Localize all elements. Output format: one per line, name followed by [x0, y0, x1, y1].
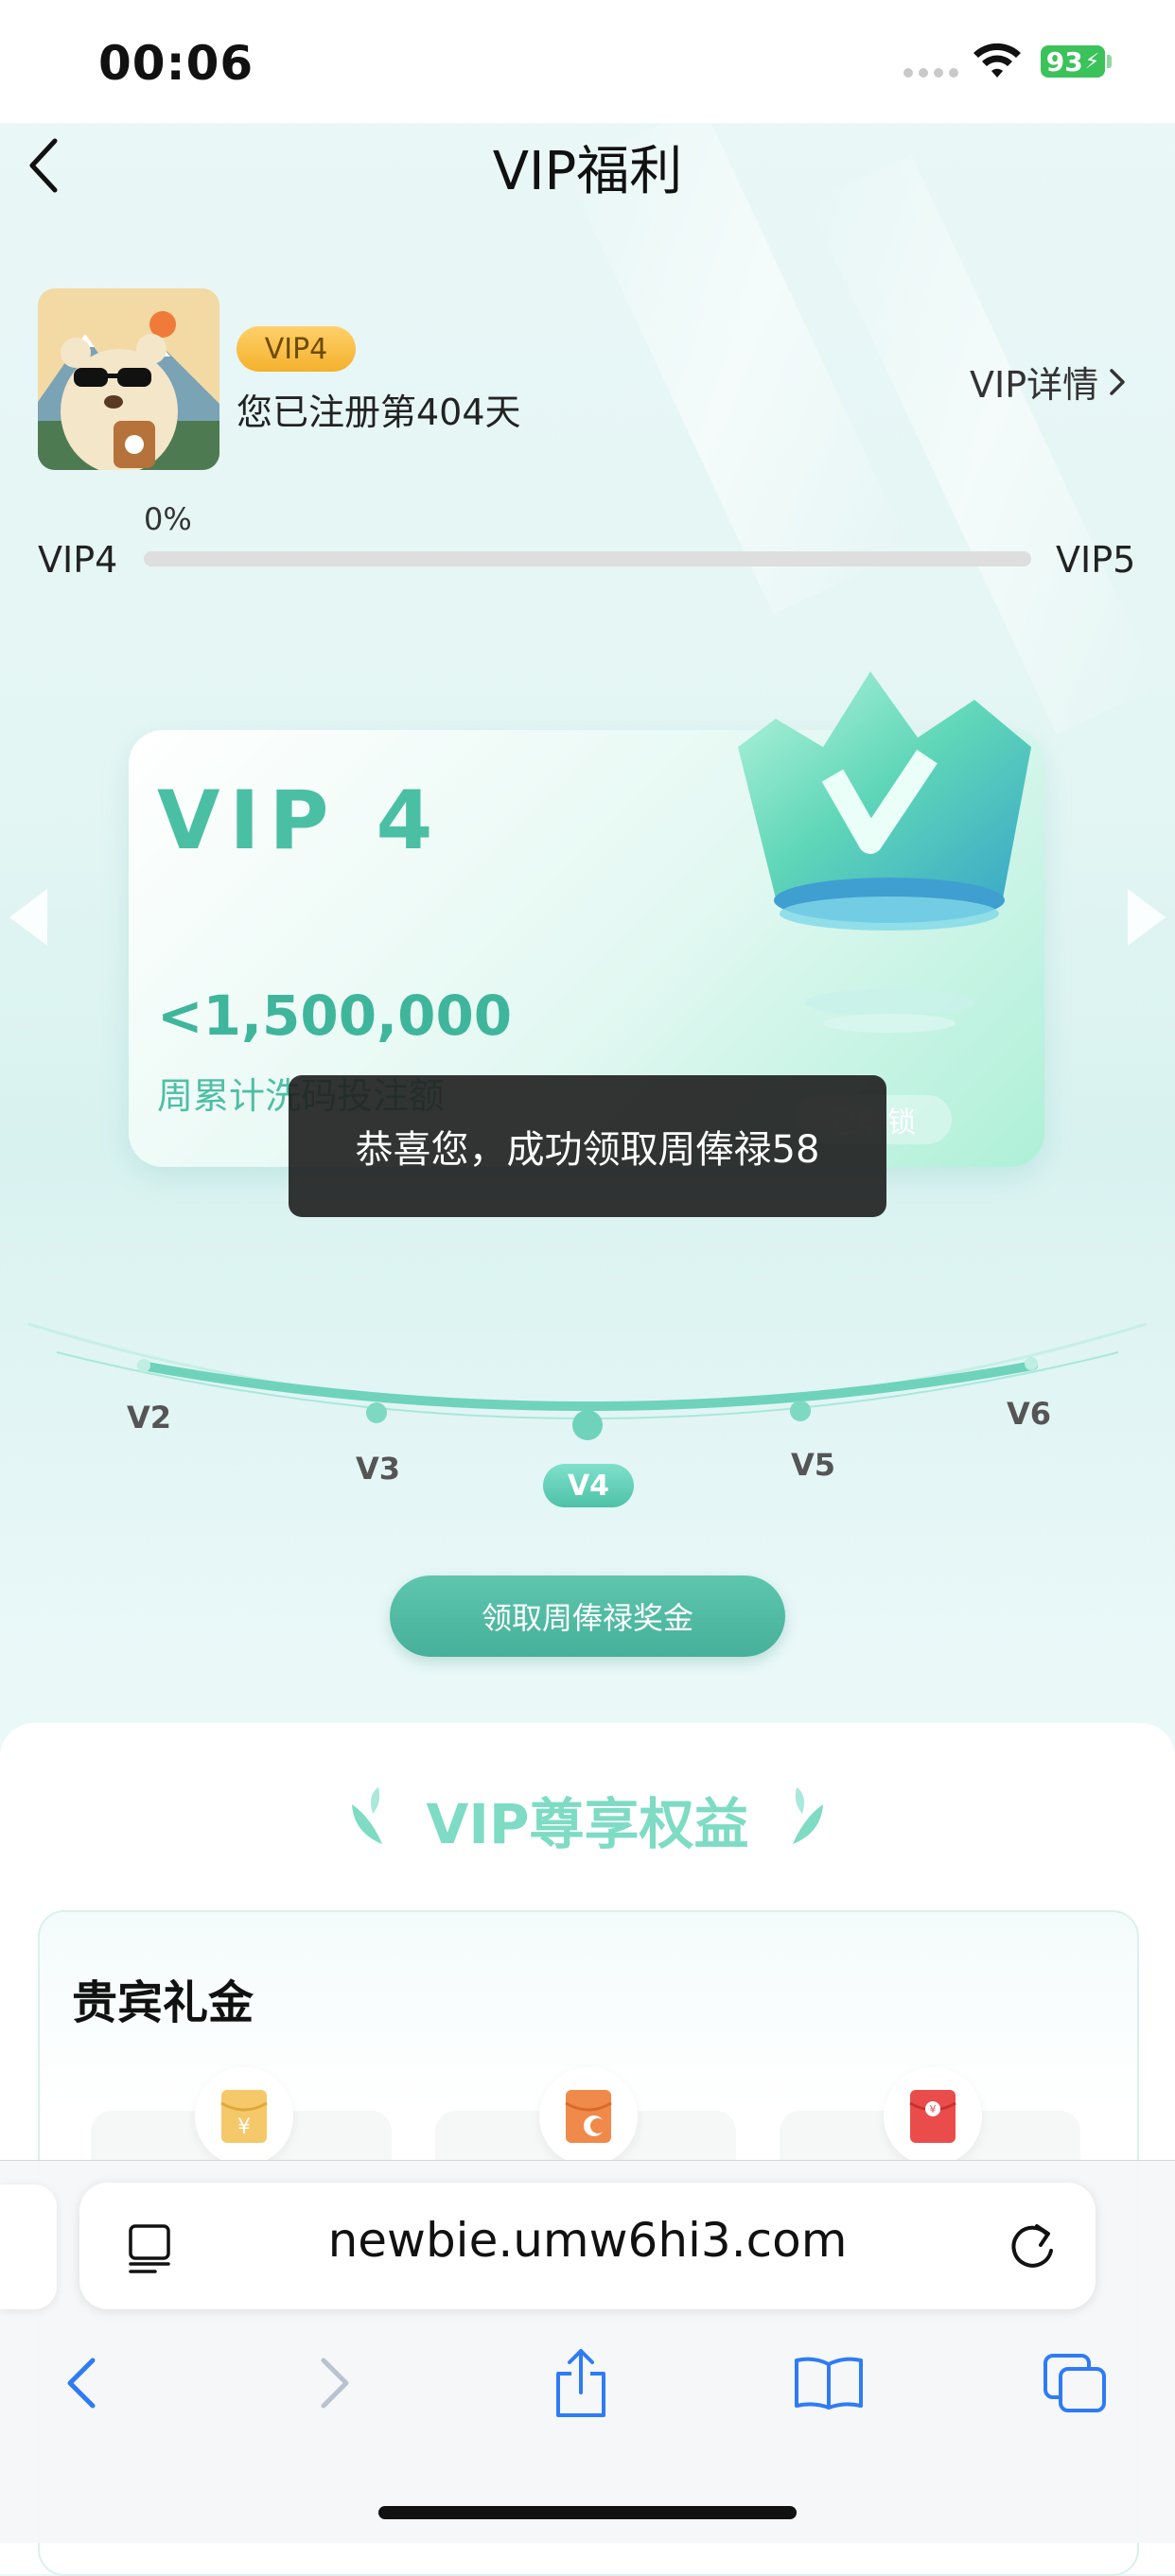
chevron-right-icon — [1110, 368, 1125, 395]
page-title: VIP福利 — [492, 141, 683, 202]
chevron-right-icon — [321, 2358, 349, 2409]
tabs-button[interactable] — [1037, 2345, 1113, 2421]
vip-detail-label: VIP详情 — [970, 364, 1099, 406]
registered-days-text: 您已注册第404天 — [237, 392, 521, 433]
success-toast: 恭喜您，成功领取周俸禄58 — [289, 1075, 886, 1217]
section-title: 贵宾礼金 — [72, 1976, 254, 2029]
share-icon — [556, 2349, 605, 2417]
level-label-v5[interactable]: V5 — [791, 1447, 835, 1483]
gold-envelope-icon: ¥ — [195, 2067, 293, 2166]
vip-card-title: VIP 4 — [157, 774, 443, 868]
battery-cap — [1107, 55, 1112, 68]
progress-percent: 0% — [144, 501, 192, 537]
home-indicator — [378, 2506, 797, 2519]
level-label-v2[interactable]: V2 — [127, 1400, 171, 1436]
cellular-signal-icon — [903, 68, 958, 78]
claim-weekly-salary-button[interactable]: 领取周俸禄奖金 — [390, 1575, 785, 1657]
crown-icon — [738, 671, 1031, 1033]
share-button[interactable] — [543, 2345, 619, 2421]
svg-text:¥: ¥ — [930, 2103, 937, 2115]
laurel-right-icon — [793, 1787, 823, 1844]
progress-current-level: VIP4 — [38, 539, 118, 581]
previous-tab-peek[interactable] — [0, 2184, 57, 2309]
reload-icon[interactable] — [1007, 2219, 1058, 2275]
status-time: 00:06 — [98, 36, 254, 91]
benefits-heading: VIP尊享权益 — [426, 1792, 749, 1856]
browser-back-button[interactable] — [44, 2345, 119, 2421]
level-progress-bar — [144, 551, 1031, 566]
tabs-icon — [1043, 2354, 1106, 2412]
bookmarks-button[interactable] — [791, 2345, 867, 2421]
progress-next-level: VIP5 — [1056, 539, 1136, 581]
carousel-prev-arrow-icon[interactable] — [9, 889, 47, 946]
svg-text:¥: ¥ — [237, 2115, 251, 2139]
avatar[interactable] — [38, 288, 219, 470]
book-icon — [795, 2357, 863, 2410]
chevron-left-icon — [67, 2358, 96, 2409]
carousel-next-arrow-icon[interactable] — [1128, 889, 1166, 946]
wifi-icon — [973, 43, 1021, 78]
vip-level-badge: VIP4 — [237, 326, 356, 372]
level-label-v3[interactable]: V3 — [356, 1451, 400, 1487]
browser-forward-button[interactable] — [297, 2345, 373, 2421]
url-text[interactable]: newbie.umw6hi3.com — [79, 2213, 1096, 2268]
orange-envelope-icon — [539, 2067, 638, 2166]
vip-card-amount: <1,500,000 — [157, 983, 513, 1048]
battery-icon: 93 ⚡ — [1041, 45, 1105, 78]
battery-level: 93 — [1045, 45, 1083, 78]
red-envelope-icon: ¥ — [884, 2067, 982, 2166]
level-label-v4-active[interactable]: V4 — [543, 1464, 634, 1507]
vip-detail-link[interactable]: VIP详情 — [970, 356, 1127, 408]
level-label-v6[interactable]: V6 — [1007, 1396, 1051, 1432]
bear-avatar-icon — [38, 288, 219, 470]
